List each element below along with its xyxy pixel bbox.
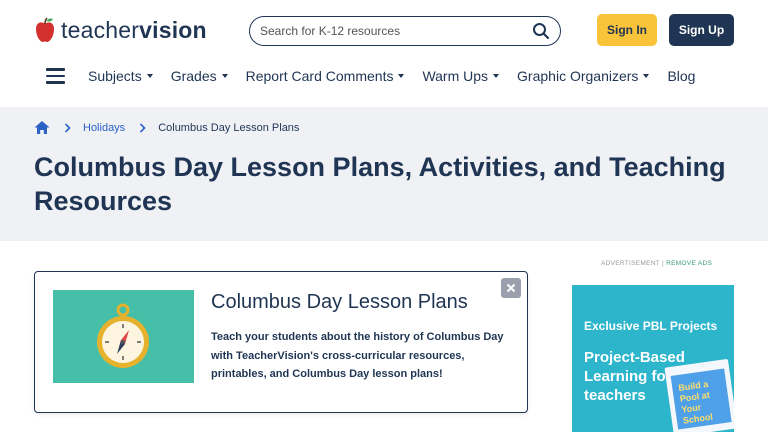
nav-item-label: Warm Ups: [422, 68, 489, 84]
nav-item-label: Report Card Comments: [245, 68, 394, 84]
chevron-down-icon: [493, 74, 500, 78]
home-icon[interactable]: [34, 120, 50, 135]
nav-item-warm-ups[interactable]: Warm Ups: [422, 68, 500, 84]
ad-label: ADVERTISEMENT | REMOVE ADS: [601, 260, 713, 267]
ad-book-image: Build a Pool at Your School: [664, 358, 734, 432]
nav-item-blog[interactable]: Blog: [667, 68, 695, 84]
site-logo[interactable]: teachervision: [34, 14, 207, 46]
chevron-down-icon: [146, 74, 153, 78]
nav-item-graphic-organizers[interactable]: Graphic Organizers: [517, 68, 650, 84]
compass-icon: [97, 303, 149, 368]
apple-logo-icon: [36, 17, 54, 42]
card-description: Teach your students about the history of…: [211, 331, 504, 380]
nav-item-label: Graphic Organizers: [517, 68, 639, 84]
ad-book-text: Build a Pool at Your School: [677, 378, 714, 426]
nav-item-label: Blog: [667, 68, 696, 84]
ad-tagline: Exclusive PBL Projects: [584, 319, 718, 333]
page-title: Columbus Day Lesson Plans, Activities, a…: [34, 152, 726, 216]
chevron-down-icon: [643, 74, 650, 78]
close-icon: [506, 283, 516, 293]
card-image: [53, 290, 194, 383]
search-input[interactable]: [260, 22, 520, 40]
remove-ads-link[interactable]: REMOVE ADS: [666, 260, 712, 267]
nav-item-report-card-comments[interactable]: Report Card Comments: [246, 68, 405, 84]
featured-card: Columbus Day Lesson Plans Teach your stu…: [34, 271, 528, 413]
main-nav: Subjects Grades Report Card Comments War…: [0, 62, 768, 106]
nav-item-label: Grades: [170, 68, 217, 84]
advertisement-banner[interactable]: Exclusive PBL Projects Project-Based Lea…: [572, 285, 734, 432]
breadcrumb-current: Columbus Day Lesson Plans: [158, 121, 300, 134]
nav-item-grades[interactable]: Grades: [171, 68, 228, 84]
nav-item-subjects[interactable]: Subjects: [88, 68, 153, 84]
chevron-right-icon: [64, 122, 71, 133]
close-button[interactable]: [501, 278, 521, 298]
page-hero: Holidays Columbus Day Lesson Plans Colum…: [0, 107, 768, 241]
site-header: teachervision Sign In Sign Up: [0, 0, 768, 62]
search-icon[interactable]: [532, 22, 550, 40]
signin-button[interactable]: Sign In: [597, 14, 657, 46]
signup-button[interactable]: Sign Up: [669, 14, 734, 46]
breadcrumb-link-holidays[interactable]: Holidays: [83, 122, 125, 134]
chevron-down-icon: [221, 74, 228, 78]
search-bar: [249, 16, 561, 46]
hamburger-menu-icon[interactable]: [46, 68, 65, 84]
card-title[interactable]: Columbus Day Lesson Plans: [211, 291, 468, 314]
logo-wordmark: teachervision: [61, 16, 207, 43]
nav-item-label: Subjects: [88, 68, 142, 84]
breadcrumb: Holidays Columbus Day Lesson Plans: [34, 120, 299, 135]
chevron-right-icon: [140, 122, 146, 133]
chevron-down-icon: [398, 74, 405, 78]
nav-items: Subjects Grades Report Card Comments War…: [88, 68, 713, 84]
